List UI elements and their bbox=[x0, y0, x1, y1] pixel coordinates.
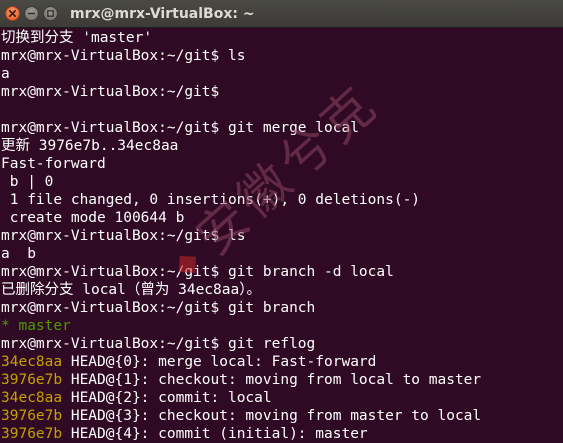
current-branch-name: master bbox=[18, 318, 71, 334]
reflog-entry: 34ec8aa HEAD@{0}: merge local: Fast-forw… bbox=[1, 353, 563, 371]
commit-hash: 34ec8aa bbox=[1, 390, 63, 406]
command-line: mrx@mrx-VirtualBox:~/git$ git reflog bbox=[1, 336, 316, 352]
command-line: mrx@mrx-VirtualBox:~/git$ git branch -d … bbox=[1, 264, 394, 280]
minimize-icon[interactable] bbox=[24, 6, 39, 21]
commit-hash: 3976e7b bbox=[1, 408, 63, 424]
reflog-entry: 3976e7b HEAD@{3}: checkout: moving from … bbox=[1, 407, 563, 425]
reflog-message: HEAD@{1}: checkout: moving from local to… bbox=[62, 372, 482, 388]
reflog-entry: 3976e7b HEAD@{1}: checkout: moving from … bbox=[1, 371, 563, 389]
reflog-message: HEAD@{4}: commit (initial): master bbox=[62, 426, 368, 442]
reflog-entry: 34ec8aa HEAD@{2}: commit: local bbox=[1, 389, 563, 407]
output-line: 更新 3976e7b..34ec8aa bbox=[1, 138, 179, 154]
commit-hash: 3976e7b bbox=[1, 372, 63, 388]
output-line: b | 0 bbox=[1, 174, 54, 190]
command-line: mrx@mrx-VirtualBox:~/git$ bbox=[1, 84, 220, 100]
output-line: Fast-forward bbox=[1, 156, 106, 172]
output-line: a b bbox=[1, 246, 36, 262]
output-line: 切换到分支 'master' bbox=[1, 30, 153, 46]
reflog-message: HEAD@{2}: commit: local bbox=[62, 390, 272, 406]
commit-hash: 3976e7b bbox=[1, 426, 63, 442]
window-controls bbox=[0, 6, 58, 21]
title-bar[interactable]: mrx@mrx-VirtualBox: ~ bbox=[0, 0, 563, 28]
maximize-icon[interactable] bbox=[43, 6, 58, 21]
terminal-output[interactable]: 切换到分支 'master' mrx@mrx-VirtualBox:~/git$… bbox=[0, 28, 563, 443]
reflog-message: HEAD@{0}: merge local: Fast-forward bbox=[62, 354, 377, 370]
commit-hash: 34ec8aa bbox=[1, 354, 63, 370]
reflog-entry: 3976e7b HEAD@{4}: commit (initial): mast… bbox=[1, 425, 563, 443]
reflog-message: HEAD@{3}: checkout: moving from master t… bbox=[62, 408, 482, 424]
command-line: mrx@mrx-VirtualBox:~/git$ git branch bbox=[1, 300, 316, 316]
output-line: create mode 100644 b bbox=[1, 210, 185, 226]
command-line: mrx@mrx-VirtualBox:~/git$ git merge loca… bbox=[1, 120, 359, 136]
terminal-window: mrx@mrx-VirtualBox: ~ 切换到分支 'master' mrx… bbox=[0, 0, 563, 443]
output-line: 已删除分支 local（曾为 34ec8aa）。 bbox=[1, 282, 261, 298]
command-line: mrx@mrx-VirtualBox:~/git$ ls bbox=[1, 228, 246, 244]
output-line: a bbox=[1, 66, 10, 82]
close-icon[interactable] bbox=[5, 6, 20, 21]
current-branch-marker: * bbox=[1, 318, 19, 334]
window-title: mrx@mrx-VirtualBox: ~ bbox=[70, 5, 255, 22]
branch-list-item: * master bbox=[1, 317, 563, 335]
command-line: mrx@mrx-VirtualBox:~/git$ ls bbox=[1, 48, 246, 64]
output-line: 1 file changed, 0 insertions(+), 0 delet… bbox=[1, 192, 421, 208]
